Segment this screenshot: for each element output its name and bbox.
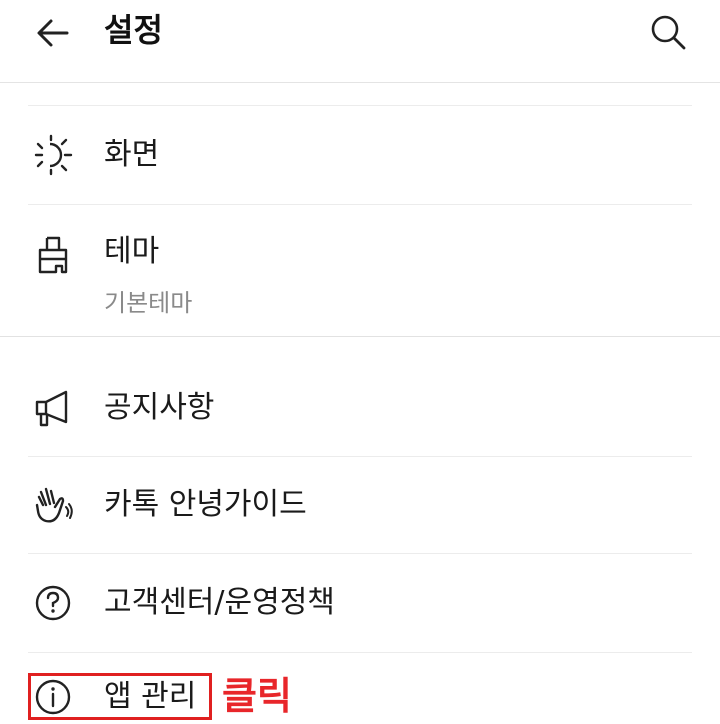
question-circle-icon — [30, 580, 76, 626]
megaphone-icon — [30, 386, 76, 432]
paint-brush-icon — [30, 232, 76, 278]
arrow-left-icon — [35, 15, 71, 51]
settings-item-label: 공지사항 — [104, 390, 215, 425]
list-divider — [28, 456, 692, 457]
search-icon — [649, 13, 687, 51]
list-divider — [28, 204, 692, 205]
waving-hand-icon — [30, 482, 76, 528]
settings-item-subtitle: 기본테마 — [104, 289, 193, 317]
list-divider — [28, 105, 692, 106]
list-divider — [28, 553, 692, 554]
back-button[interactable] — [30, 10, 76, 56]
settings-item-label: 카톡 안녕가이드 — [104, 487, 307, 522]
sun-icon — [30, 132, 76, 178]
section-divider — [0, 336, 720, 337]
settings-item-label: 고객센터/운영정책 — [104, 585, 335, 620]
click-annotation: 클릭 — [222, 674, 292, 718]
page-title: 설정 — [104, 11, 163, 49]
settings-item-label: 화면 — [104, 137, 160, 172]
highlight-box — [28, 673, 212, 720]
list-divider — [28, 652, 692, 653]
settings-item-label: 테마 — [104, 234, 160, 269]
app-header: 설정 — [0, 0, 720, 83]
search-button[interactable] — [644, 8, 692, 56]
